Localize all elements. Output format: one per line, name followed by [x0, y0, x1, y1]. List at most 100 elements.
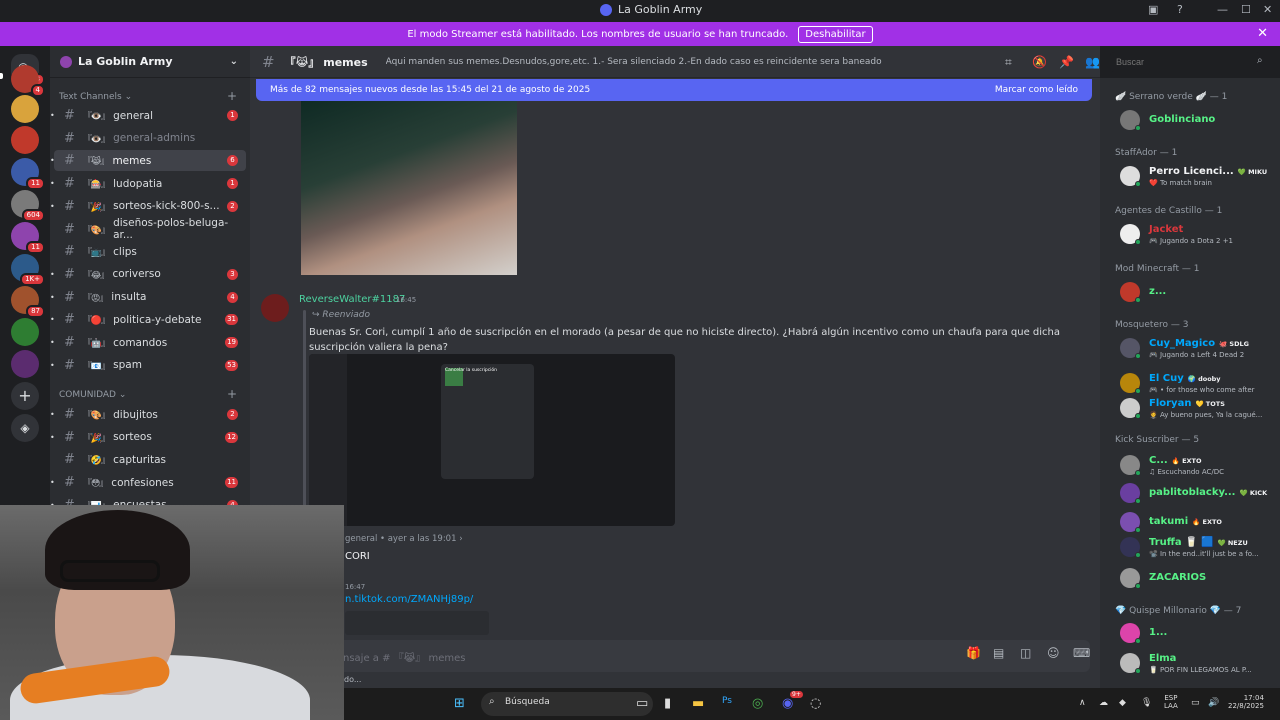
link-embed[interactable] [345, 611, 489, 635]
category-community[interactable]: COMUNIDAD ⌄ + [59, 387, 237, 401]
windows-start-icon[interactable]: ⊞ [454, 696, 465, 711]
onedrive-icon[interactable]: ☁ [1099, 698, 1108, 708]
channel-coriverso[interactable]: • # 『😂』 coriverso 3 [50, 264, 246, 285]
app-icon[interactable]: ▮ [664, 696, 671, 711]
channel-clips[interactable]: # 『📺』 clips [54, 241, 246, 262]
server-badge: 4 [30, 84, 45, 97]
channel-politica-y-debate[interactable]: • # 『🔴』 politica-y-debate 31 [50, 309, 246, 330]
gif-icon[interactable]: ▤ [993, 646, 1004, 660]
member-row[interactable]: 1... [1108, 621, 1276, 647]
clock-date: 22/8/2025 [1228, 702, 1264, 710]
channel-memes[interactable]: • # 『😹』 memes 6 [50, 150, 246, 172]
member-row[interactable]: pablitoblacky... 💚 KICK [1108, 481, 1276, 507]
app-icon[interactable]: ◌ [810, 696, 821, 711]
server-icon[interactable]: 87 [11, 286, 45, 318]
search-input[interactable] [1110, 52, 1260, 72]
maximize-icon[interactable]: ☐ [1241, 3, 1251, 16]
server-icon[interactable]: 4 [11, 65, 45, 97]
add-server-icon[interactable]: + [11, 382, 39, 410]
chrome-icon[interactable]: ◎ [752, 696, 763, 711]
language-indicator[interactable]: ESP LAA [1164, 694, 1178, 710]
activities-icon[interactable]: ⌨ [1073, 646, 1090, 660]
server-icon[interactable] [11, 95, 39, 123]
member-row[interactable]: Goblinciano [1108, 108, 1276, 134]
member-row[interactable]: Perro Licenci... 💚 MIKU ❤️ To match brain [1108, 164, 1276, 190]
notifications-icon[interactable]: 🔕 [1032, 55, 1047, 69]
attached-screenshot[interactable]: Cancelar la suscripción [309, 354, 675, 526]
member-row[interactable]: Floryan 💛 TOTS 🤵 Ay bueno pues, Ya la cagu… [1108, 396, 1276, 422]
server-icon[interactable]: 11 [11, 158, 45, 190]
meme-image[interactable] [301, 101, 517, 275]
server-icon[interactable]: 604 [11, 190, 45, 222]
pin-icon[interactable]: 📌 [1059, 55, 1074, 69]
member-row[interactable]: C... 🔥 EXTO ♫ Escuchando AC/DC [1108, 453, 1276, 479]
channel-sorteos[interactable]: • # 『🎉』 sorteos 12 [50, 427, 246, 448]
photoshop-icon[interactable]: Ps [722, 696, 732, 706]
mark-as-read-button[interactable]: Marcar como leído [995, 85, 1078, 95]
discord-badge: 9+ [790, 691, 803, 698]
tiktok-link[interactable]: n.tiktok.com/ZMANHj89p/ [345, 594, 473, 605]
task-view-icon[interactable]: ▭ [636, 696, 648, 711]
emoji-icon[interactable]: ☺ [1047, 646, 1060, 660]
server-icon[interactable] [11, 126, 39, 154]
message-author[interactable]: ReverseWalter#1187 [299, 294, 405, 305]
gift-icon[interactable]: 🎁 [966, 646, 981, 660]
member-group-header: 💎 Quispe Millonario 💎 — 7 [1115, 606, 1242, 616]
channel-dibujitos[interactable]: • # 『🎨』 dibujitos 2 [50, 404, 246, 425]
member-row[interactable]: Cuy_Magico 🐙 SDLG 🎮 Jugando a Left 4 Dead … [1108, 336, 1276, 362]
guild-header[interactable]: La Goblin Army ⌄ [50, 46, 250, 78]
hash-icon: # [64, 429, 75, 445]
member-list-icon[interactable]: 👥 [1085, 55, 1100, 69]
channel-comandos[interactable]: • # 『🤖』 comandos 19 [50, 332, 246, 353]
server-icon[interactable]: 11 [11, 222, 45, 254]
channel-capturitas[interactable]: # 『🤣』 capturitas [54, 449, 246, 470]
category-text-channels[interactable]: Text Channels ⌄ + [59, 89, 237, 103]
tray-expand-icon[interactable]: ∧ [1079, 698, 1086, 708]
server-icon[interactable] [11, 318, 39, 346]
member-row[interactable]: Jacket 🎮 Jugando a Dota 2 +1 [1108, 222, 1276, 248]
minimize-icon[interactable]: — [1217, 3, 1228, 16]
member-row[interactable]: takumi 🔥 EXTO [1108, 510, 1276, 536]
channel-dise-os-polos-beluga-ar-[interactable]: # 『🎨』 diseños-polos-beluga-ar... [54, 217, 246, 241]
reply-context[interactable]: general • ayer a las 19:01 › [345, 534, 463, 544]
discord-taskbar-icon[interactable]: ◉ 9+ [782, 691, 803, 711]
member-row[interactable]: El Cuy 🌍 dooby 🎮 • for those who come afte… [1108, 371, 1276, 397]
channel-general[interactable]: • # 『👁️』 general 1 [50, 105, 246, 126]
inbox-icon[interactable]: ▣ [1148, 3, 1158, 16]
channel-sorteos-kick-800-s-[interactable]: • # 『🎉』 sorteos-kick-800-s... 2 [50, 196, 246, 217]
category-label: COMUNIDAD [59, 390, 116, 400]
member-activity: ❤️ To match brain [1149, 179, 1212, 187]
channel-confesiones[interactable]: • # 『😳』 confesiones 11 [50, 472, 246, 493]
disable-streamer-button[interactable]: Deshabilitar [798, 25, 873, 43]
file-explorer-icon[interactable]: ▬ [692, 696, 704, 711]
threads-icon[interactable]: ⌗ [1005, 55, 1012, 70]
discover-icon[interactable]: ◈ [11, 414, 39, 442]
channel-ludopatia[interactable]: • # 『🎰』 ludopatia 1 [50, 173, 246, 194]
volume-icon[interactable]: 🔊 [1208, 698, 1219, 708]
member-row[interactable]: z... [1108, 280, 1276, 306]
channel-topic[interactable]: Aqui manden sus memes.Desnudos,gore,etc.… [386, 57, 886, 67]
member-row[interactable]: ZACARIOS [1108, 566, 1276, 592]
add-channel-icon[interactable]: + [227, 387, 237, 401]
channel-spam[interactable]: • # 『📧』 spam 53 [50, 355, 246, 376]
taskbar-search[interactable]: ⌕ Búsqueda [481, 692, 653, 716]
close-window-icon[interactable]: ✕ [1263, 3, 1272, 16]
server-icon[interactable]: 1K+ [11, 254, 45, 286]
channel-insulta[interactable]: • # 『😡』 insulta 4 [50, 287, 246, 308]
member-row[interactable]: Elma 🥛 POR FIN LLEGAMOS AL P... [1108, 651, 1276, 677]
clock[interactable]: 17:04 22/8/2025 [1228, 694, 1264, 710]
member-row[interactable]: Truffa 🥛 🟦 💚 NEZU 📽️ In the end..it'll jus… [1108, 535, 1276, 561]
member-activity: 🎮 Jugando a Dota 2 +1 [1149, 237, 1234, 245]
network-icon[interactable]: ▭ [1191, 698, 1200, 708]
add-channel-icon[interactable]: + [227, 89, 237, 103]
close-banner-icon[interactable]: ✕ [1257, 26, 1268, 41]
member-tag: 🌍 dooby [1187, 375, 1221, 383]
new-messages-bar[interactable]: Más de 82 mensajes nuevos desde las 15:4… [256, 79, 1092, 101]
tray-icon[interactable]: ◆ [1119, 698, 1126, 708]
help-icon[interactable]: ? [1177, 3, 1183, 16]
sticker-icon[interactable]: ◫ [1020, 646, 1031, 660]
microphone-icon[interactable]: 🎙 [1141, 698, 1152, 708]
server-icon[interactable] [11, 350, 39, 378]
channel-general-admins[interactable]: # 『👁️』 general-admins [54, 128, 246, 149]
avatar[interactable] [261, 294, 289, 322]
